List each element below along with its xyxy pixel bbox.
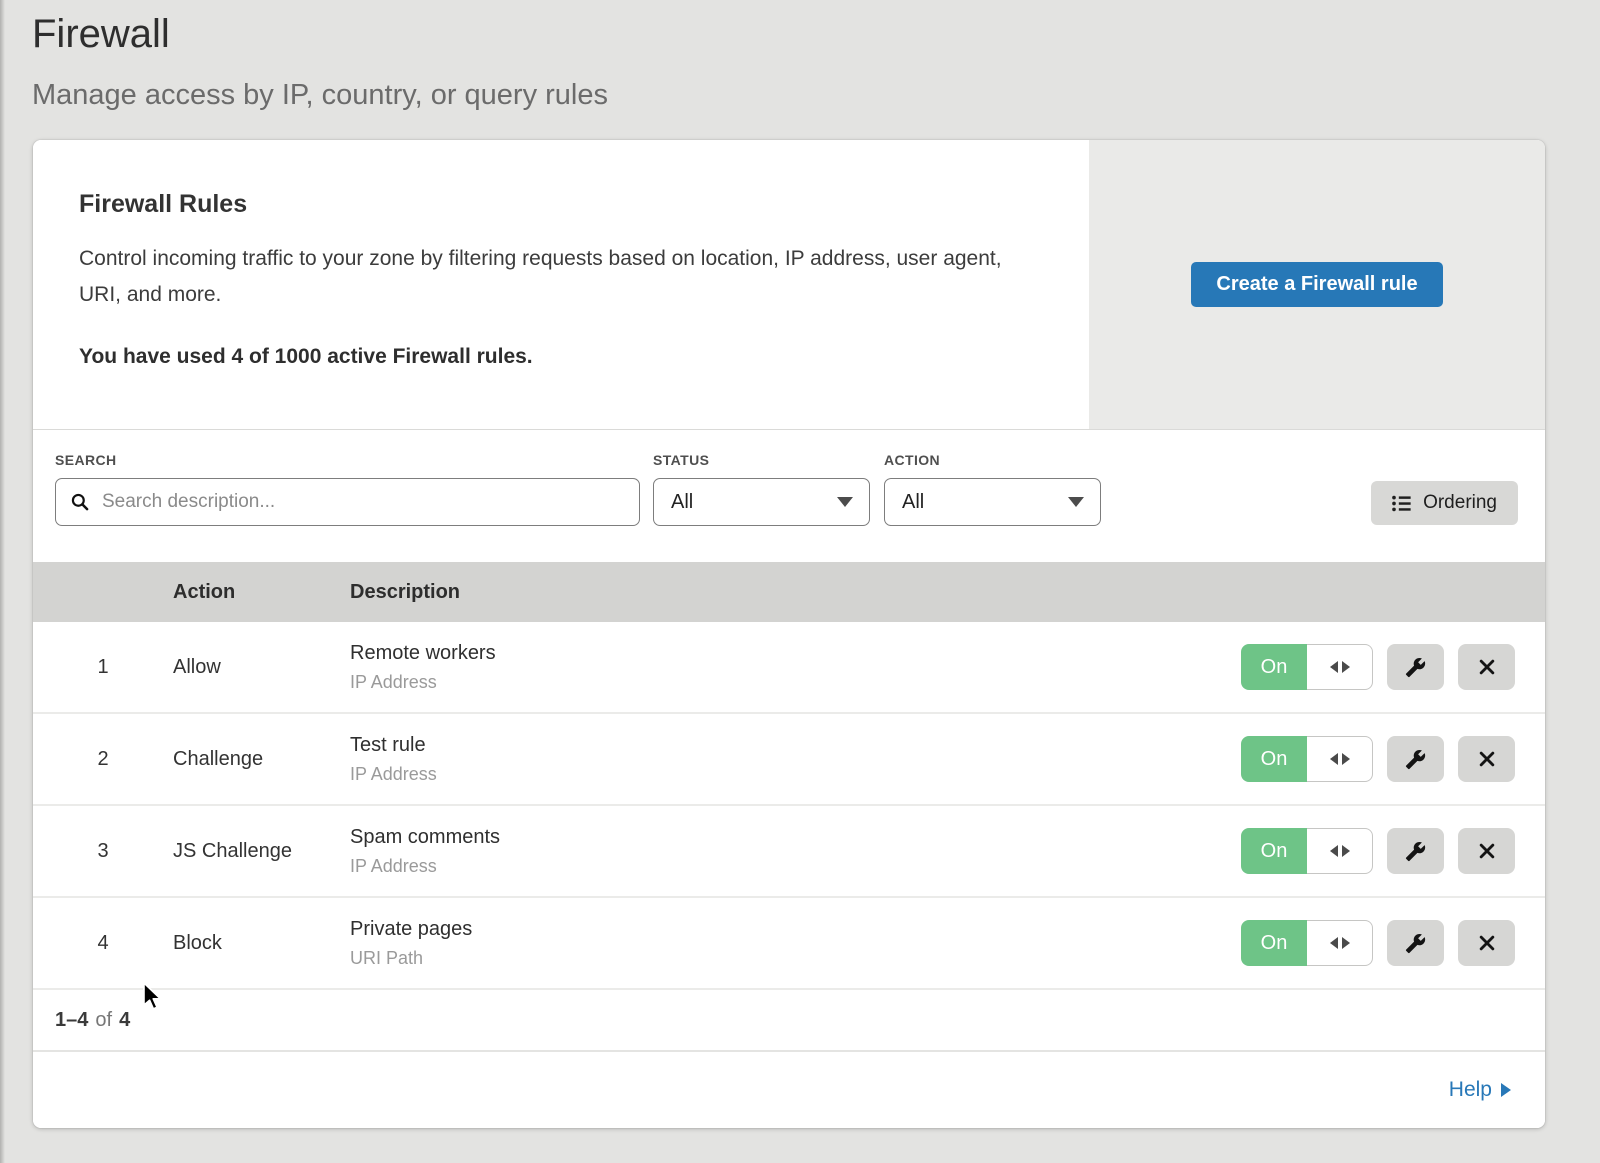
- toggle-arrows-icon: [1307, 828, 1373, 874]
- rule-type: URI Path: [350, 948, 1241, 969]
- rule-action: Challenge: [173, 748, 350, 771]
- rule-description: Spam comments: [350, 826, 1241, 849]
- close-icon: [1477, 933, 1497, 953]
- rule-description-cell: Remote workers IP Address: [350, 642, 1241, 693]
- create-firewall-rule-button[interactable]: Create a Firewall rule: [1191, 262, 1442, 307]
- status-filter: STATUS All: [653, 452, 870, 562]
- toggle-arrows-icon: [1307, 736, 1373, 782]
- rule-description-cell: Private pages URI Path: [350, 918, 1241, 969]
- rule-action: Block: [173, 932, 350, 955]
- rule-priority: 1: [33, 656, 173, 679]
- rule-type: IP Address: [350, 764, 1241, 785]
- wrench-icon: [1405, 841, 1426, 862]
- wrench-icon: [1405, 749, 1426, 770]
- close-icon: [1477, 657, 1497, 677]
- rule-description-cell: Spam comments IP Address: [350, 826, 1241, 877]
- close-icon: [1477, 749, 1497, 769]
- help-link[interactable]: Help: [1449, 1078, 1511, 1102]
- column-header-description: Description: [350, 581, 1545, 604]
- action-label: ACTION: [884, 452, 1101, 468]
- table-row: 3 JS Challenge Spam comments IP Address …: [33, 806, 1545, 898]
- rule-priority: 3: [33, 840, 173, 863]
- wrench-icon: [1405, 657, 1426, 678]
- status-label: STATUS: [653, 452, 870, 468]
- table-header: Action Description: [33, 562, 1545, 622]
- section-description: Control incoming traffic to your zone by…: [79, 241, 1029, 313]
- rule-enabled-toggle[interactable]: On: [1241, 828, 1373, 874]
- edit-rule-button[interactable]: [1387, 920, 1444, 966]
- table-row: 2 Challenge Test rule IP Address On: [33, 714, 1545, 806]
- wrench-icon: [1405, 933, 1426, 954]
- edit-rule-button[interactable]: [1387, 736, 1444, 782]
- toggle-arrows-icon: [1307, 644, 1373, 690]
- pagination-range: 1–4: [55, 1009, 88, 1032]
- status-select-value: All: [671, 491, 693, 514]
- search-input[interactable]: [102, 491, 625, 513]
- help-link-label: Help: [1449, 1078, 1492, 1102]
- close-icon: [1477, 841, 1497, 861]
- card-footer: Help: [33, 1052, 1545, 1128]
- pagination-total: 4: [119, 1009, 130, 1032]
- toggle-on-label: On: [1241, 644, 1307, 690]
- rule-description: Remote workers: [350, 642, 1241, 665]
- action-filter: ACTION All: [884, 452, 1101, 562]
- table-row: 1 Allow Remote workers IP Address On: [33, 622, 1545, 714]
- action-select[interactable]: All: [884, 478, 1101, 526]
- section-heading: Firewall Rules: [79, 190, 1029, 219]
- ordering-button[interactable]: Ordering: [1371, 481, 1518, 525]
- firewall-rules-card: Firewall Rules Control incoming traffic …: [33, 140, 1545, 1128]
- chevron-down-icon: [1068, 497, 1084, 507]
- search-label: SEARCH: [55, 452, 640, 468]
- row-controls: On: [1241, 828, 1545, 874]
- usage-summary: You have used 4 of 1000 active Firewall …: [79, 345, 1029, 369]
- toggle-on-label: On: [1241, 828, 1307, 874]
- delete-rule-button[interactable]: [1458, 644, 1515, 690]
- pagination-row: 1–4 of 4: [33, 990, 1545, 1052]
- rule-enabled-toggle[interactable]: On: [1241, 920, 1373, 966]
- help-arrow-icon: [1501, 1083, 1511, 1097]
- action-select-value: All: [902, 491, 924, 514]
- rule-enabled-toggle[interactable]: On: [1241, 736, 1373, 782]
- ordering-list-icon: [1392, 495, 1412, 512]
- pagination-of: of: [95, 1009, 112, 1032]
- rule-type: IP Address: [350, 672, 1241, 693]
- search-icon: [70, 492, 90, 512]
- row-controls: On: [1241, 644, 1545, 690]
- intro-section: Firewall Rules Control incoming traffic …: [33, 140, 1545, 430]
- rule-action: JS Challenge: [173, 840, 350, 863]
- page-header: Firewall Manage access by IP, country, o…: [0, 0, 1600, 112]
- status-select[interactable]: All: [653, 478, 870, 526]
- toggle-arrows-icon: [1307, 920, 1373, 966]
- search-box: [55, 478, 640, 526]
- rule-priority: 4: [33, 932, 173, 955]
- table-row: 4 Block Private pages URI Path On: [33, 898, 1545, 990]
- ordering-wrap: Ordering: [1371, 452, 1518, 562]
- rule-enabled-toggle[interactable]: On: [1241, 644, 1373, 690]
- page-subtitle: Manage access by IP, country, or query r…: [32, 78, 1600, 112]
- delete-rule-button[interactable]: [1458, 920, 1515, 966]
- delete-rule-button[interactable]: [1458, 828, 1515, 874]
- rule-description: Private pages: [350, 918, 1241, 941]
- column-header-action: Action: [173, 581, 350, 604]
- edit-rule-button[interactable]: [1387, 644, 1444, 690]
- row-controls: On: [1241, 920, 1545, 966]
- rule-description: Test rule: [350, 734, 1241, 757]
- intro-text-block: Firewall Rules Control incoming traffic …: [33, 140, 1089, 429]
- filters-bar: SEARCH STATUS All ACTION All: [33, 430, 1545, 562]
- chevron-down-icon: [837, 497, 853, 507]
- toggle-on-label: On: [1241, 736, 1307, 782]
- rule-type: IP Address: [350, 856, 1241, 877]
- rule-action: Allow: [173, 656, 350, 679]
- delete-rule-button[interactable]: [1458, 736, 1515, 782]
- search-filter: SEARCH: [55, 452, 640, 562]
- ordering-button-label: Ordering: [1423, 492, 1497, 514]
- edit-rule-button[interactable]: [1387, 828, 1444, 874]
- row-controls: On: [1241, 736, 1545, 782]
- page-title: Firewall: [32, 10, 1600, 58]
- toggle-on-label: On: [1241, 920, 1307, 966]
- create-rule-panel: Create a Firewall rule: [1089, 140, 1545, 429]
- rule-description-cell: Test rule IP Address: [350, 734, 1241, 785]
- rule-priority: 2: [33, 748, 173, 771]
